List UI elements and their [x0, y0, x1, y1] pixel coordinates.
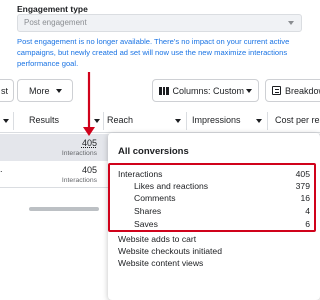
engagement-type-select[interactable]: Post engagement — [17, 14, 302, 32]
results-type: Interactions — [61, 177, 97, 184]
conversion-row-shares: Shares 4 — [118, 206, 310, 218]
engagement-type-label: Engagement type — [17, 4, 88, 14]
sort-caret-icon[interactable] — [3, 119, 9, 123]
conversion-label: Comments — [134, 193, 176, 203]
conversion-label: Shares — [134, 206, 162, 216]
column-header-cost-per-result[interactable]: Cost per res — [275, 115, 320, 125]
results-value: 405 — [81, 165, 97, 175]
conversion-row-checkouts: Website checkouts initiated — [118, 246, 310, 258]
toolbar-partial-button[interactable]: st — [0, 79, 14, 102]
popover-title: All conversions — [118, 146, 189, 157]
conversion-label: Interactions — [118, 169, 163, 179]
conversion-value: 4 — [305, 206, 310, 216]
conversion-row-comments: Comments 16 — [118, 193, 310, 205]
column-header-results[interactable]: Results — [29, 115, 59, 125]
conversion-row-content-views: Website content views — [118, 258, 310, 270]
deprecation-notice: Post engagement is no longer available. … — [17, 37, 290, 68]
breakdown-button[interactable]: Breakdow — [265, 79, 320, 102]
conversions-popover: All conversions Interactions 405 Likes a… — [108, 133, 320, 300]
column-divider — [267, 112, 268, 130]
more-label: More — [29, 85, 50, 96]
table-header: Results Reach Impressions Cost per res — [0, 109, 320, 133]
results-value[interactable]: 405 — [82, 138, 97, 148]
columns-icon — [159, 86, 169, 95]
conversion-label: Saves — [134, 219, 158, 229]
toolbar: st More Columns: Custom Breakdow — [0, 79, 320, 103]
horizontal-scrollbar[interactable] — [29, 207, 99, 211]
conversion-row-likes: Likes and reactions 379 — [118, 181, 310, 193]
results-type: Interactions — [61, 150, 97, 157]
breakdown-icon — [272, 86, 281, 95]
conversion-row-adds-to-cart: Website adds to cart — [118, 234, 310, 246]
conversion-value: 379 — [295, 181, 310, 191]
chevron-down-icon — [56, 89, 62, 93]
conversion-value: 405 — [295, 169, 310, 179]
sort-caret-icon[interactable] — [94, 119, 100, 123]
column-header-reach[interactable]: Reach — [107, 115, 133, 125]
columns-label: Columns: Custom — [172, 85, 245, 96]
breakdown-label: Breakdow — [285, 85, 320, 96]
columns-button[interactable]: Columns: Custom — [152, 79, 259, 102]
column-divider — [103, 112, 104, 130]
conversion-label: Website adds to cart — [118, 234, 197, 244]
sort-caret-icon[interactable] — [256, 119, 262, 123]
conversion-row-saves: Saves 6 — [118, 219, 310, 231]
conversion-value: 16 — [300, 193, 310, 203]
conversion-row-interactions: Interactions 405 — [118, 169, 310, 181]
sort-caret-icon[interactable] — [175, 119, 181, 123]
chevron-down-icon — [246, 89, 252, 93]
engagement-type-value: Post engagement — [24, 18, 87, 27]
engagement-type-panel: Engagement type Post engagement Post eng… — [0, 0, 320, 72]
column-header-impressions[interactable]: Impressions — [192, 115, 241, 125]
conversion-label: Likes and reactions — [134, 181, 209, 191]
conversion-label: Website content views — [118, 258, 204, 268]
column-divider — [13, 112, 14, 130]
more-button[interactable]: More — [17, 79, 73, 102]
more-options-icon[interactable]: . — [0, 164, 3, 174]
column-divider — [186, 112, 187, 130]
chevron-down-icon — [288, 21, 294, 25]
toolbar-partial-label: st — [0, 85, 8, 96]
conversion-value: 6 — [305, 219, 310, 229]
conversion-label: Website checkouts initiated — [118, 246, 222, 256]
